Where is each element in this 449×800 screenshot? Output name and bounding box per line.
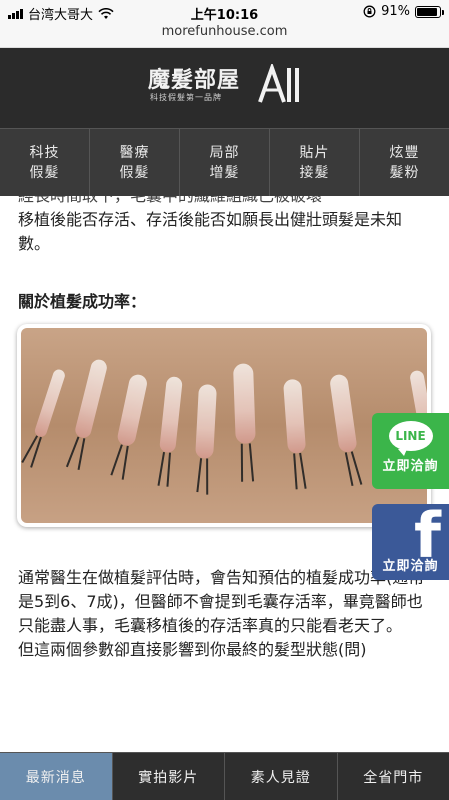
- url-bar[interactable]: morefunhouse.com: [0, 22, 449, 48]
- nav-tech-wig[interactable]: 科技 假髮: [0, 129, 90, 196]
- battery-fill: [417, 7, 438, 16]
- nav-label: 醫療: [119, 144, 150, 161]
- nav-label: 假髮: [119, 164, 150, 181]
- nav-label: 炫豐: [389, 144, 420, 161]
- battery-icon: [415, 5, 444, 18]
- paragraph-text: 但這兩個參數卻直接影響到你最終的髮型狀態(問): [18, 640, 367, 659]
- site-header: 魔髮部屋 科技假髮第一品牌: [0, 48, 449, 128]
- paragraph-text: 移植後能否存活、存活後能否如願長出健壯頭髮是未知數。: [18, 210, 403, 253]
- follicle-photo: [21, 328, 427, 523]
- facebook-contact-label: 立即洽詢: [382, 559, 439, 574]
- nav-partial-hair[interactable]: 局部 增髮: [180, 129, 270, 196]
- follicle-photo-frame: [17, 324, 431, 527]
- orientation-lock-icon: [363, 5, 376, 18]
- status-right: 91%: [363, 4, 444, 19]
- nav-label: 增髮: [209, 164, 240, 181]
- logo-mark-icon: [258, 64, 299, 103]
- top-nav: 科技 假髮 醫療 假髮 局部 增髮 貼片 接髮 炫豐 髮粉: [0, 128, 449, 196]
- nav-tape-extension[interactable]: 貼片 接髮: [270, 129, 360, 196]
- nav-label: 接髮: [299, 164, 330, 181]
- bottom-nav-videos[interactable]: 實拍影片: [113, 753, 225, 800]
- article-paragraph-bottom: 通常醫生在做植髮評估時，會告知預估的植髮成功率(通常是5到6、7成)，但醫師不會…: [18, 566, 430, 662]
- article-paragraph-top: 經長時間取下，毛囊中的纖維組織已被破壞 移植後能否存活、存活後能否如願長出健壯頭…: [18, 196, 430, 256]
- status-bar: 台湾大哥大 上午10:16 91%: [0, 0, 449, 23]
- paragraph-text: 通常醫生在做植髮評估時，會告知預估的植髮成功率(通常是5到6、7成)，但醫師不會…: [18, 568, 425, 635]
- bottom-nav-testimonials[interactable]: 素人見證: [225, 753, 338, 800]
- nav-label: 髮粉: [389, 164, 420, 181]
- battery-percent: 91%: [381, 4, 410, 19]
- facebook-contact-button[interactable]: f 立即洽詢: [372, 504, 449, 580]
- line-logo-icon: LINE: [388, 421, 433, 456]
- logo-title: 魔髮部屋: [148, 67, 241, 93]
- section-heading: 關於植髮成功率：: [18, 292, 147, 311]
- site-logo[interactable]: 魔髮部屋 科技假髮第一品牌: [148, 62, 308, 114]
- url-text: morefunhouse.com: [161, 24, 288, 39]
- nav-hair-powder[interactable]: 炫豐 髮粉: [360, 129, 449, 196]
- nav-medical-wig[interactable]: 醫療 假髮: [90, 129, 180, 196]
- logo-subtitle: 科技假髮第一品牌: [150, 93, 222, 102]
- bottom-nav: 最新消息 實拍影片 素人見證 全省門市: [0, 752, 449, 800]
- paragraph-partial-line: 經長時間取下，毛囊中的纖維組織已被破壞: [18, 196, 430, 208]
- line-contact-label: 立即洽詢: [382, 459, 439, 474]
- bottom-nav-latest-news[interactable]: 最新消息: [0, 753, 113, 800]
- nav-label: 貼片: [299, 144, 330, 161]
- nav-label: 局部: [209, 144, 240, 161]
- nav-label: 假髮: [29, 164, 60, 181]
- bottom-nav-stores[interactable]: 全省門市: [338, 753, 449, 800]
- nav-label: 科技: [29, 144, 60, 161]
- follicle-image: [21, 328, 427, 523]
- line-contact-button[interactable]: LINE 立即洽詢: [372, 413, 449, 489]
